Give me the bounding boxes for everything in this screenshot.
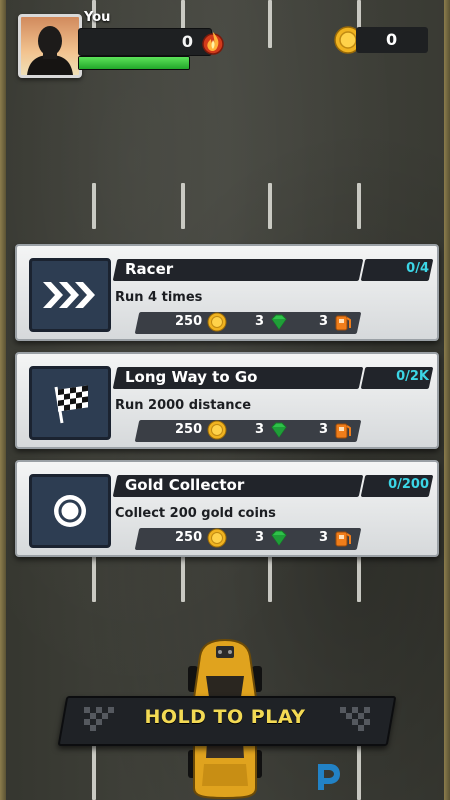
mission-progress: 0/2K bbox=[396, 369, 429, 384]
mission-icon-box bbox=[29, 474, 111, 548]
checkered-flag-icon bbox=[54, 385, 88, 424]
lane-marker bbox=[268, 0, 272, 48]
reward-coins-value: 250 bbox=[175, 422, 203, 437]
coin-icon bbox=[207, 420, 227, 440]
watermark-logo-icon bbox=[318, 764, 340, 790]
reward-fuel-value: 3 bbox=[319, 314, 329, 329]
reward-coins-value: 250 bbox=[175, 314, 203, 329]
reward-fuel-value: 3 bbox=[319, 530, 329, 545]
avatar-silhouette-icon bbox=[27, 26, 73, 75]
energy-progress-fill bbox=[79, 57, 189, 69]
mission-icon-box bbox=[29, 366, 111, 440]
lane-marker bbox=[181, 183, 185, 229]
mission-description: Collect 200 gold coins bbox=[115, 506, 276, 521]
reward-fuel-value: 3 bbox=[319, 422, 329, 437]
reward-gems-value: 3 bbox=[255, 530, 265, 545]
gem-icon bbox=[271, 314, 287, 330]
reward-coins-value: 250 bbox=[175, 530, 203, 545]
coin-icon bbox=[207, 528, 227, 548]
reward-gems-value: 3 bbox=[255, 314, 265, 329]
hold-to-play-label: HOLD TO PLAY bbox=[144, 706, 306, 728]
lane-marker bbox=[181, 556, 185, 602]
mission-progress: 0/200 bbox=[388, 477, 429, 492]
flame-icon bbox=[202, 32, 224, 55]
fuel-can-icon bbox=[335, 531, 351, 547]
reward-gems-value: 3 bbox=[255, 422, 265, 437]
mission-card-racer[interactable]: Racer 0/4 Run 4 times 250 3 3 bbox=[15, 244, 439, 341]
lane-marker bbox=[92, 742, 96, 800]
lane-marker bbox=[92, 556, 96, 602]
lane-marker bbox=[357, 556, 361, 602]
coin-count: 0 bbox=[386, 30, 398, 49]
mission-description: Run 4 times bbox=[115, 290, 203, 305]
road-curb-left bbox=[0, 0, 6, 800]
mission-card-gold-collector[interactable]: Gold Collector 0/200 Collect 200 gold co… bbox=[15, 460, 439, 557]
energy-progress-bar bbox=[78, 56, 190, 70]
lane-marker bbox=[268, 556, 272, 602]
lane-marker bbox=[92, 183, 96, 229]
mission-card-long-way-to-go[interactable]: Long Way to Go 0/2K Run 2000 distance 25… bbox=[15, 352, 439, 449]
coin-icon bbox=[207, 312, 227, 332]
player-name: You bbox=[84, 10, 111, 25]
mission-description: Run 2000 distance bbox=[115, 398, 252, 413]
mission-title: Racer bbox=[125, 260, 174, 278]
fuel-can-icon bbox=[335, 315, 351, 331]
fuel-can-icon bbox=[335, 423, 351, 439]
player-avatar[interactable] bbox=[18, 14, 82, 78]
coin-balance-panel: 0 bbox=[356, 27, 428, 53]
gem-icon bbox=[271, 530, 287, 546]
score-panel: 0 bbox=[78, 28, 212, 56]
mission-title: Gold Collector bbox=[125, 476, 245, 494]
lane-marker bbox=[268, 183, 272, 229]
mission-progress: 0/4 bbox=[406, 261, 429, 276]
mission-title: Long Way to Go bbox=[125, 368, 258, 386]
score-value: 0 bbox=[181, 32, 193, 51]
lane-marker bbox=[357, 183, 361, 229]
chevrons-icon bbox=[43, 282, 95, 308]
gem-icon bbox=[271, 422, 287, 438]
lane-marker bbox=[357, 742, 361, 800]
road-curb-right bbox=[444, 0, 450, 800]
coin-ring-icon bbox=[54, 495, 86, 527]
mission-icon-box bbox=[29, 258, 111, 332]
